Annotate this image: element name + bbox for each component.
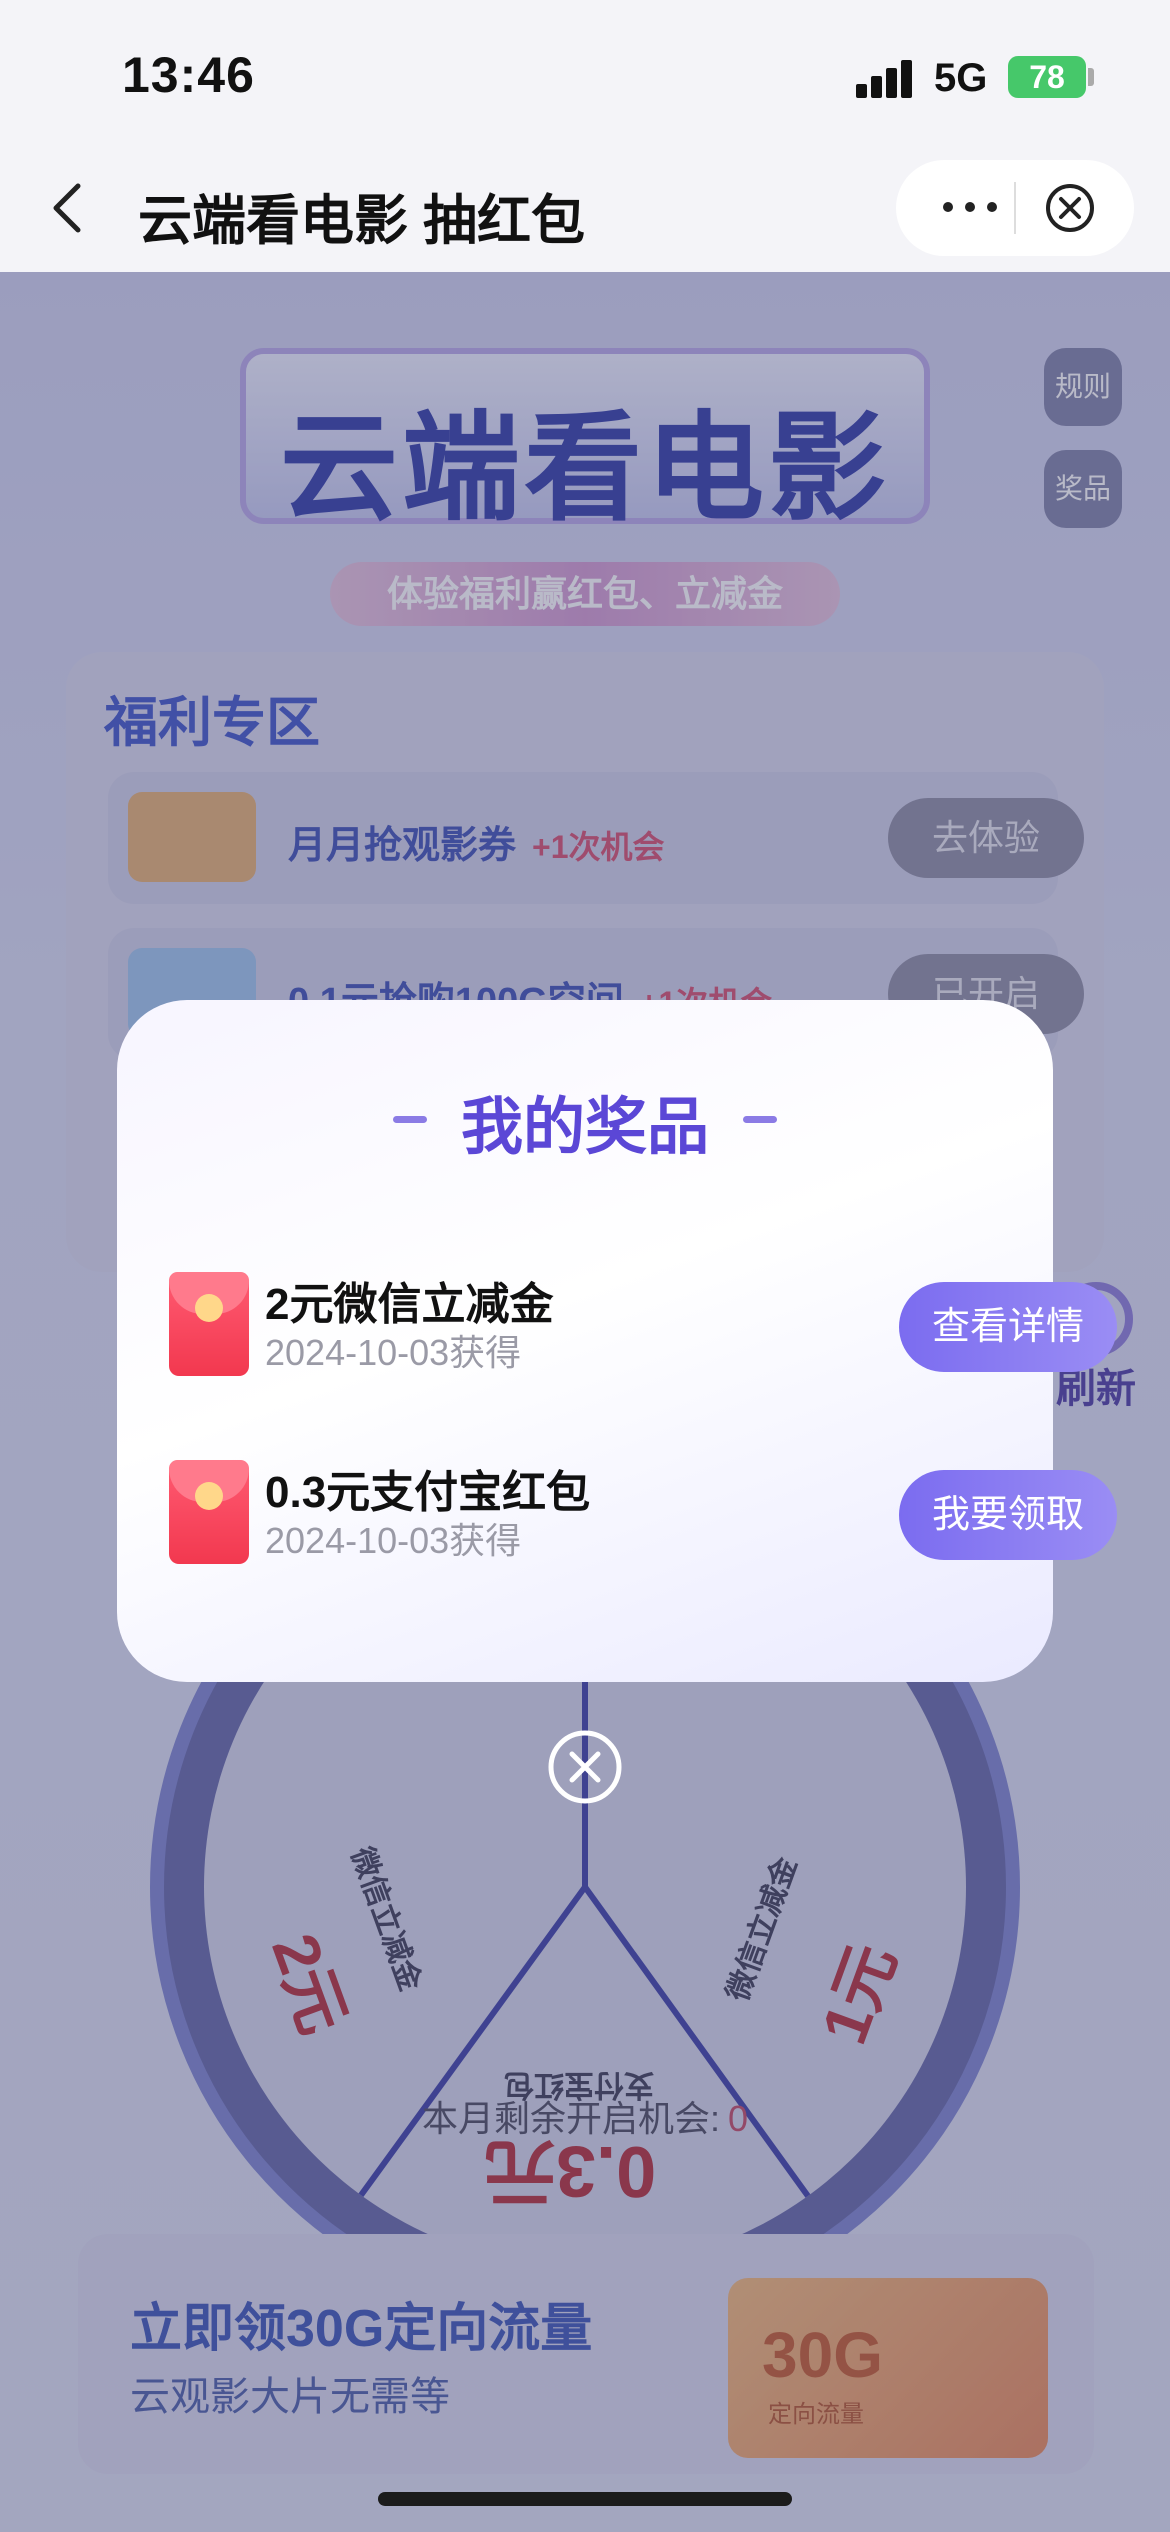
my-prizes-modal: 我的奖品 2元微信立减金 2024-10-03获得 查看详情 0.3元支付宝红包… (117, 1000, 1117, 1682)
prize-item: 0.3元支付宝红包 2024-10-03获得 我要领取 (169, 1456, 1117, 1576)
red-packet-icon (169, 1460, 249, 1564)
prize-item: 2元微信立减金 2024-10-03获得 查看详情 (169, 1268, 1117, 1388)
home-indicator[interactable] (378, 2492, 792, 2506)
prize-name: 0.3元支付宝红包 (265, 1468, 591, 1517)
network-type: 5G (934, 56, 988, 100)
modal-title: 我的奖品 (460, 1093, 709, 1162)
close-miniprogram-icon[interactable] (1042, 180, 1098, 236)
seal (195, 1482, 223, 1510)
seal (195, 1294, 223, 1322)
status-bar: 13:46 5G 78 (0, 0, 1170, 150)
capsule-divider (1014, 182, 1016, 234)
page-title: 云端看电影 抽红包 (138, 191, 586, 251)
prize-name: 2元微信立减金 (265, 1280, 554, 1329)
more-icon[interactable] (930, 182, 1010, 232)
battery-icon: 78 (1008, 56, 1086, 98)
nav-bar: 云端看电影 抽红包 (0, 150, 1170, 272)
miniprogram-capsule (896, 160, 1134, 256)
prize-date: 2024-10-03获得 (265, 1332, 522, 1373)
red-packet-icon (169, 1272, 249, 1376)
battery-tip (1088, 68, 1094, 86)
prize-date: 2024-10-03获得 (265, 1520, 522, 1561)
back-icon[interactable] (40, 178, 100, 238)
claim-button[interactable]: 我要领取 (899, 1470, 1117, 1560)
signal-icon (856, 58, 914, 98)
modal-close-icon[interactable] (546, 1728, 624, 1806)
title-dash-right (743, 1116, 777, 1123)
view-details-button[interactable]: 查看详情 (899, 1282, 1117, 1372)
status-time: 13:46 (122, 47, 255, 103)
